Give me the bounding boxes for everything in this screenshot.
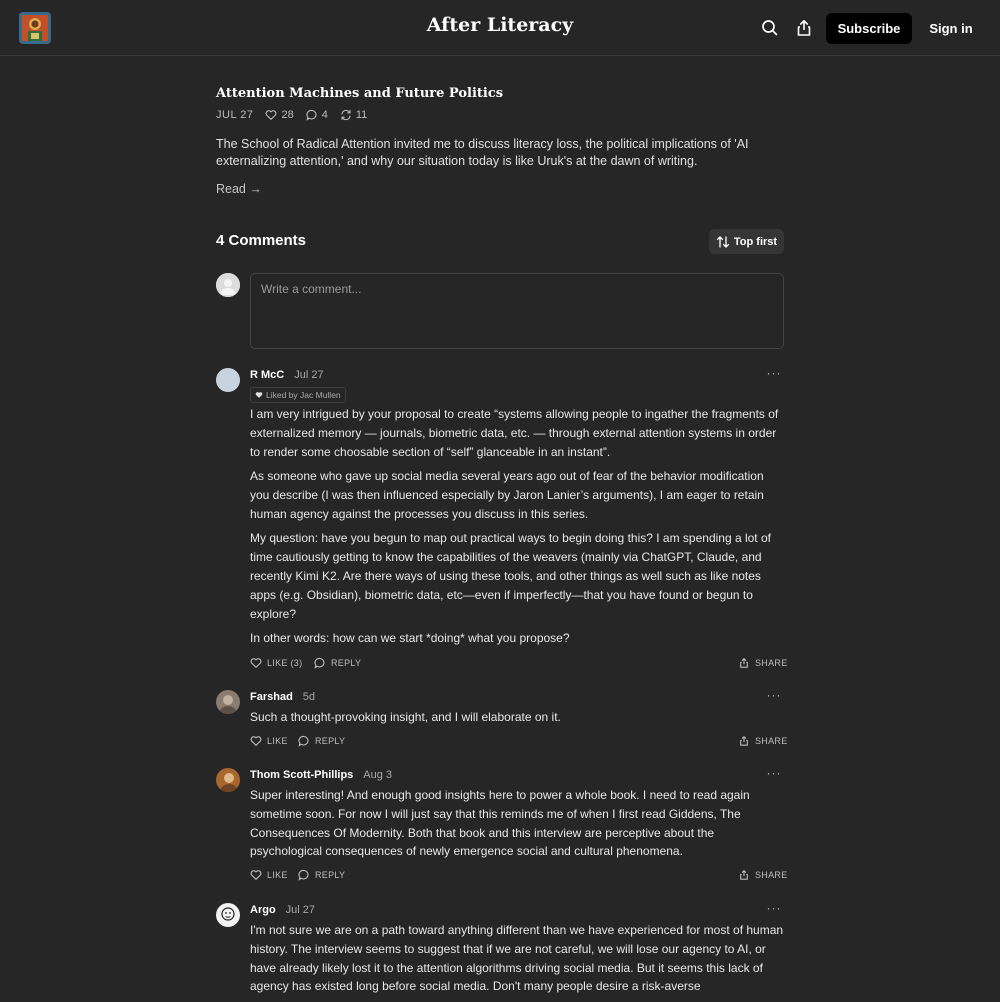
comment-icon xyxy=(314,657,325,669)
current-user-avatar xyxy=(216,273,240,297)
read-link[interactable]: Read → xyxy=(216,182,262,196)
share-icon xyxy=(740,657,748,668)
reply-label: REPLY xyxy=(315,870,346,880)
comment-paragraph: My question: have you begun to map out p… xyxy=(250,531,771,621)
top-bar: After Literacy Subscribe Sign in xyxy=(0,0,1000,56)
comment-body: I am very intrigued by your proposal to … xyxy=(250,405,784,654)
publication-logo[interactable] xyxy=(19,12,51,44)
share-button[interactable]: SHARE xyxy=(738,656,788,670)
like-label: LIKE xyxy=(267,870,288,880)
comment-header: R McC Jul 27 xyxy=(250,368,324,382)
avatar[interactable] xyxy=(216,368,240,392)
comment-icon xyxy=(298,869,309,881)
comment-date[interactable]: Aug 3 xyxy=(363,769,392,781)
post-title[interactable]: Attention Machines and Future Politics xyxy=(216,86,784,101)
restack-icon xyxy=(341,109,351,121)
comment-actions: LIKE REPLY SHARE xyxy=(250,734,787,748)
heart-icon xyxy=(250,736,262,746)
comment-input[interactable] xyxy=(250,273,784,349)
comment-header: Thom Scott-Phillips Aug 3 xyxy=(250,768,392,782)
comment-icon xyxy=(298,735,309,747)
avatar[interactable] xyxy=(216,690,240,714)
comment-date[interactable]: 5d xyxy=(303,691,315,703)
like-label: LIKE (3) xyxy=(267,658,303,668)
more-options-icon[interactable]: ··· xyxy=(766,902,782,917)
post-date: JUL 27 xyxy=(216,109,254,121)
liked-by-badge: Liked by Jac Mullen xyxy=(250,387,346,403)
subscribe-button[interactable]: Subscribe xyxy=(826,13,912,44)
avatar[interactable] xyxy=(216,768,240,792)
post-comment-count[interactable]: 4 xyxy=(306,109,328,121)
comment-author[interactable]: Farshad xyxy=(250,691,293,703)
reply-label: REPLY xyxy=(315,736,346,746)
comment-actions: LIKE REPLY SHARE xyxy=(250,868,787,882)
comment-date[interactable]: Jul 27 xyxy=(294,369,323,381)
post-like-count[interactable]: 28 xyxy=(265,109,294,121)
more-options-icon[interactable]: ··· xyxy=(766,689,782,704)
share-icon[interactable] xyxy=(794,18,814,38)
comment-header: Argo Jul 27 xyxy=(250,903,315,917)
sort-dropdown[interactable]: Top first xyxy=(709,229,784,254)
search-icon[interactable] xyxy=(760,18,780,38)
share-icon xyxy=(740,735,748,746)
like-button[interactable]: LIKE (3) xyxy=(250,656,302,670)
reply-label: REPLY xyxy=(331,658,362,668)
heart-icon xyxy=(266,110,277,120)
comment-author[interactable]: Thom Scott-Phillips xyxy=(250,769,353,781)
post-meta: JUL 27 28 4 11 xyxy=(216,108,784,122)
heart-filled-icon xyxy=(255,392,263,398)
share-label: SHARE xyxy=(755,658,788,668)
like-button[interactable]: LIKE xyxy=(250,868,288,882)
post-description: The School of Radical Attention invited … xyxy=(216,137,749,168)
more-options-icon[interactable]: ··· xyxy=(766,767,782,782)
comment-body: I'm not sure we are on a path toward any… xyxy=(250,921,784,1002)
comment-paragraph: As someone who gave up social media seve… xyxy=(250,469,764,521)
reply-button[interactable]: REPLY xyxy=(298,868,345,882)
comment-paragraph: I am very intrigued by your proposal to … xyxy=(250,407,779,459)
comment-author[interactable]: Argo xyxy=(250,904,276,916)
post-likes-value: 28 xyxy=(281,109,294,121)
comment-body: Such a thought-provoking insight, and I … xyxy=(250,708,784,733)
comment-body: Super interesting! And enough good insig… xyxy=(250,786,784,867)
liked-by-text: Liked by Jac Mullen xyxy=(266,390,341,400)
heart-icon xyxy=(250,658,262,668)
like-label: LIKE xyxy=(267,736,288,746)
comment-icon xyxy=(306,109,317,121)
reply-button[interactable]: REPLY xyxy=(314,656,361,670)
reply-button[interactable]: REPLY xyxy=(298,734,345,748)
share-label: SHARE xyxy=(755,736,788,746)
sort-label: Top first xyxy=(733,235,778,248)
sort-arrows-icon xyxy=(716,235,730,248)
comments-heading: 4 Comments xyxy=(216,232,307,249)
comment-paragraph: Super interesting! And enough good insig… xyxy=(250,788,750,859)
comment-date[interactable]: Jul 27 xyxy=(286,904,315,916)
post-comments-value: 4 xyxy=(321,109,328,121)
sign-in-button[interactable]: Sign in xyxy=(924,13,978,44)
like-button[interactable]: LIKE xyxy=(250,734,288,748)
comment-paragraph: Such a thought-provoking insight, and I … xyxy=(250,710,561,724)
comment-paragraph: I'm not sure we are on a path toward any… xyxy=(250,923,784,994)
comment-paragraph: In other words: how can we start *doing*… xyxy=(250,631,570,646)
heart-icon xyxy=(250,870,262,880)
share-button[interactable]: SHARE xyxy=(738,734,788,748)
post-restack-count[interactable]: 11 xyxy=(340,109,367,121)
comment-header: Farshad 5d xyxy=(250,690,315,704)
post-restacks-value: 11 xyxy=(355,109,368,121)
avatar[interactable] xyxy=(216,903,240,927)
comment-author[interactable]: R McC xyxy=(250,369,284,381)
comment-actions: LIKE (3) REPLY SHARE xyxy=(250,656,787,670)
share-button[interactable]: SHARE xyxy=(738,868,788,882)
more-options-icon[interactable]: ··· xyxy=(766,367,782,382)
share-icon xyxy=(740,869,748,880)
share-label: SHARE xyxy=(755,870,788,880)
